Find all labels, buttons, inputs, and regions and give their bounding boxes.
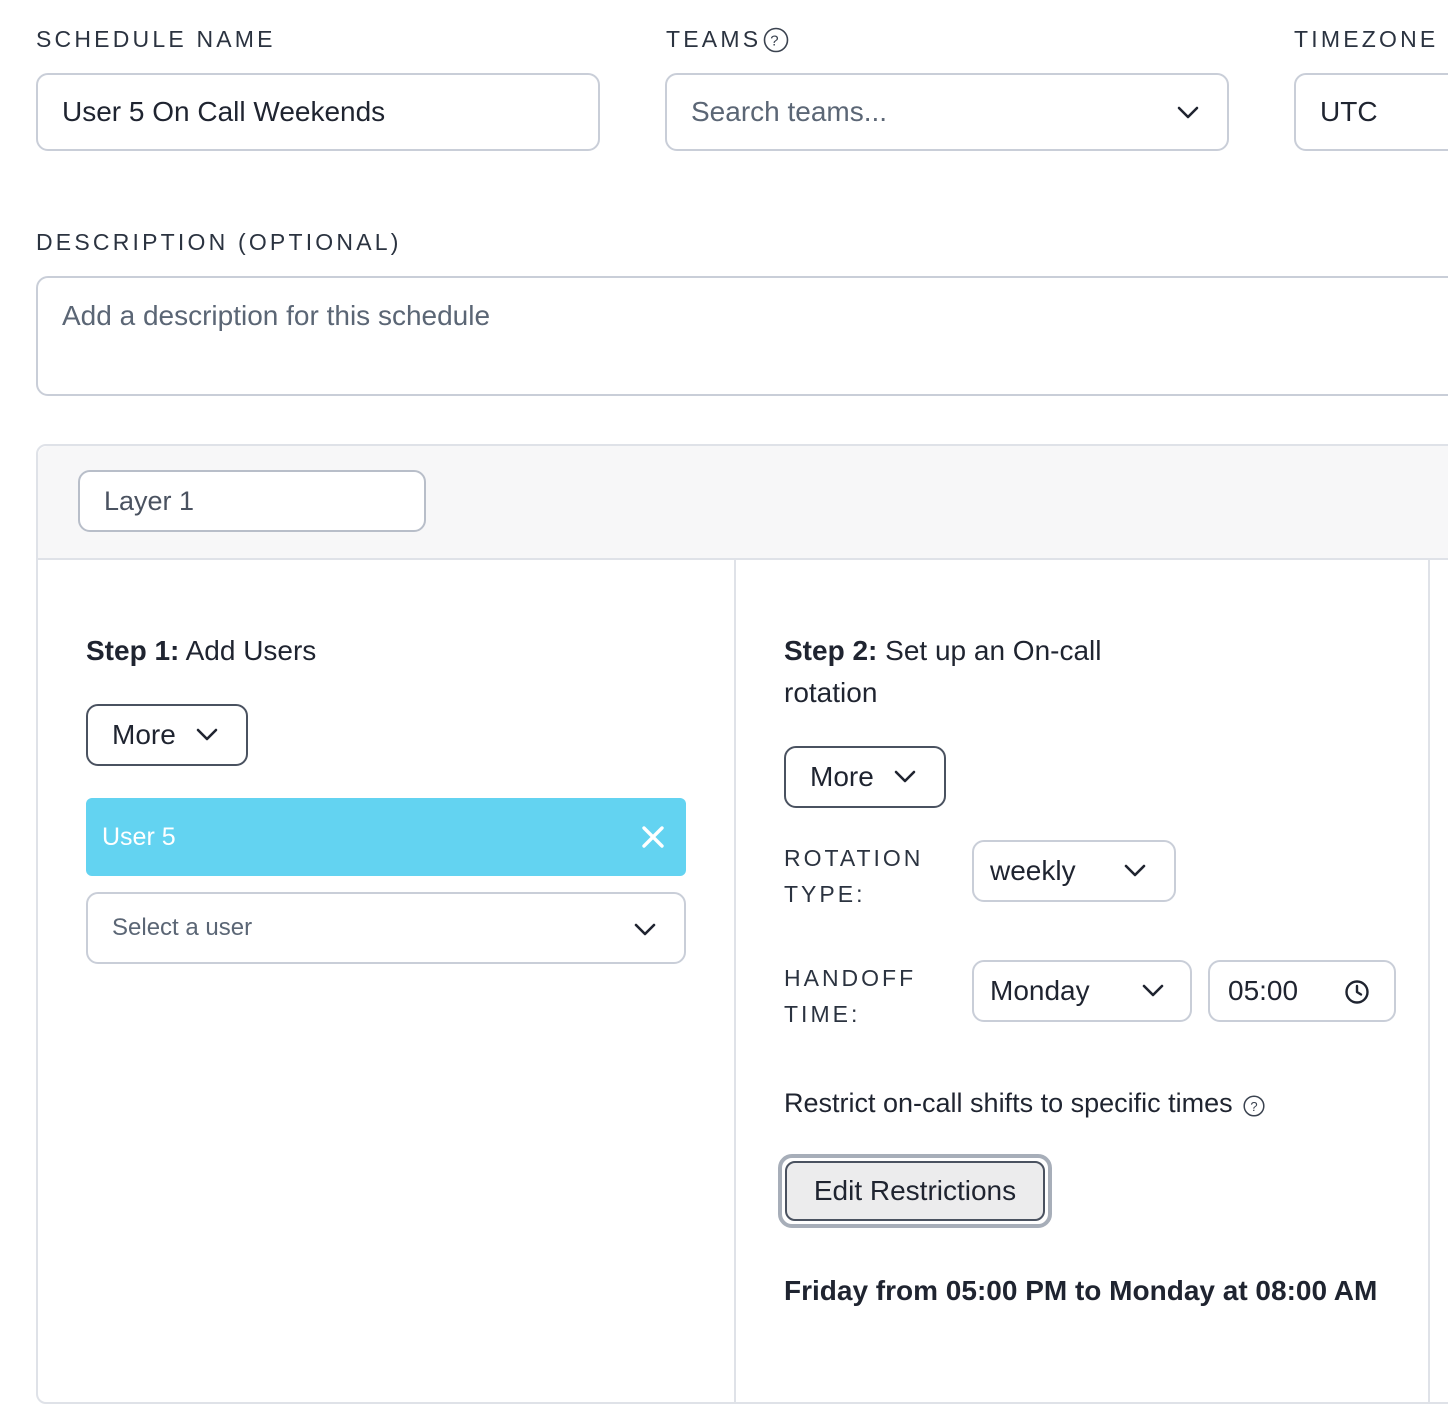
svg-text:?: ?: [770, 32, 782, 49]
edit-restrictions-label: Edit Restrictions: [813, 1175, 1017, 1206]
chevron-down-icon: [196, 728, 218, 742]
clock-icon[interactable]: [1344, 979, 1370, 1005]
help-circle-icon[interactable]: ?: [1243, 1093, 1265, 1117]
layer-name-input[interactable]: Layer 1: [78, 470, 426, 532]
column-divider-right: [1428, 558, 1430, 1402]
chevron-down-icon: [1124, 864, 1146, 878]
teams-label: TEAMS: [666, 26, 762, 52]
chevron-down-icon: [894, 770, 916, 784]
handoff-time-label: HANDOFF TIME:: [784, 960, 916, 1032]
help-circle-icon[interactable]: ?: [763, 27, 789, 53]
edit-restrictions-button[interactable]: Edit Restrictions: [785, 1161, 1045, 1221]
restrict-label: Restrict on-call shifts to specific time…: [784, 1088, 1233, 1118]
timezone-value: UTC: [1320, 96, 1378, 127]
handoff-label-line1: HANDOFF: [784, 965, 917, 991]
rotation-type-value: weekly: [990, 855, 1076, 886]
close-icon[interactable]: [640, 824, 666, 850]
handoff-day-select[interactable]: Monday: [972, 960, 1192, 1022]
step2-title-bold: Step 2:: [784, 635, 878, 666]
description-label: DESCRIPTION (OPTIONAL): [36, 229, 402, 255]
restrict-row: Restrict on-call shifts to specific time…: [784, 1088, 1265, 1119]
step1-more-label: More: [112, 719, 176, 750]
teams-label-wrap: TEAMS ?: [666, 26, 789, 53]
svg-text:?: ?: [1250, 1098, 1257, 1113]
schedule-name-input[interactable]: User 5 On Call Weekends: [36, 73, 600, 151]
rotation-type-label-line1: ROTATION: [784, 845, 924, 871]
step2-title: Step 2: Set up an On-call rotation: [784, 630, 1144, 714]
schedule-name-label: SCHEDULE NAME: [36, 26, 276, 52]
timezone-select[interactable]: UTC: [1294, 73, 1448, 151]
chevron-down-icon: [1177, 106, 1199, 120]
step2-more-button[interactable]: More: [784, 746, 946, 808]
description-placeholder: Add a description for this schedule: [62, 300, 491, 331]
layer-name-value: Layer 1: [104, 485, 195, 516]
description-textarea[interactable]: Add a description for this schedule: [36, 276, 1448, 396]
step1-title: Step 1: Add Users: [86, 630, 316, 672]
rotation-type-label: ROTATION TYPE:: [784, 840, 923, 912]
select-user-dropdown[interactable]: Select a user: [86, 892, 686, 964]
handoff-day-value: Monday: [990, 975, 1090, 1006]
user-chip: User 5: [86, 798, 686, 876]
edit-restrictions-focus-ring: Edit Restrictions: [778, 1154, 1052, 1228]
restriction-summary: Friday from 05:00 PM to Monday at 08:00 …: [784, 1275, 1378, 1306]
timezone-label: TIMEZONE: [1294, 26, 1439, 52]
chevron-down-icon: [1142, 984, 1164, 998]
handoff-time-input[interactable]: 05:00: [1208, 960, 1396, 1022]
teams-placeholder: Search teams...: [691, 96, 888, 127]
handoff-time-value: 05:00: [1228, 975, 1299, 1006]
handoff-label-line2: TIME:: [784, 1001, 861, 1027]
step1-more-button[interactable]: More: [86, 704, 248, 766]
user-chip-name: User 5: [102, 822, 176, 851]
rotation-type-select[interactable]: weekly: [972, 840, 1176, 902]
select-user-placeholder: Select a user: [112, 914, 253, 941]
teams-select[interactable]: Search teams...: [665, 73, 1229, 151]
step1-title-bold: Step 1:: [86, 635, 180, 666]
step2-more-label: More: [810, 761, 874, 792]
rotation-type-label-line2: TYPE:: [784, 881, 866, 907]
chevron-down-icon: [634, 923, 656, 937]
step1-title-rest: Add Users: [179, 635, 317, 666]
schedule-name-value: User 5 On Call Weekends: [62, 96, 386, 127]
column-divider: [734, 558, 736, 1402]
